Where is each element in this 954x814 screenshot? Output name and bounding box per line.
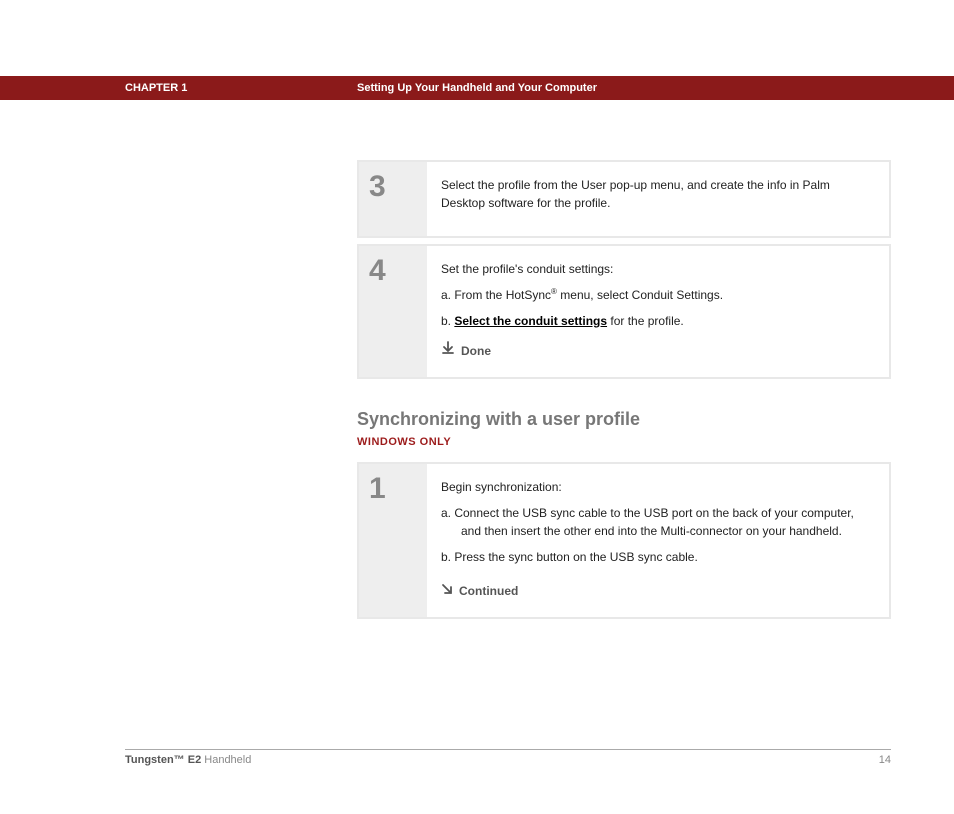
substep-b: b. Select the conduit settings for the p… [441, 312, 871, 330]
continued-label: Continued [459, 582, 518, 600]
done-label: Done [461, 342, 491, 360]
step-intro: Set the profile's conduit settings: [441, 260, 871, 278]
step-body: Set the profile's conduit settings: a. F… [427, 246, 889, 377]
conduit-settings-link[interactable]: Select the conduit settings [454, 314, 607, 328]
step-body: Begin synchronization: a. Connect the US… [427, 464, 889, 617]
substep-b: b. Press the sync button on the USB sync… [441, 548, 871, 566]
download-icon [441, 340, 455, 361]
substep-a: a. From the HotSync® menu, select Condui… [441, 286, 871, 304]
step-number-column: 4 [359, 246, 427, 377]
section-heading: Synchronizing with a user profile [357, 409, 891, 430]
step-body: Select the profile from the User pop-up … [427, 162, 889, 236]
section-subheading: WINDOWS ONLY [357, 436, 891, 448]
content-area: 3 Select the profile from the User pop-u… [357, 160, 891, 619]
chapter-label: CHAPTER 1 [125, 82, 357, 94]
page-number: 14 [879, 754, 891, 766]
step-number: 3 [369, 172, 427, 202]
step-number: 1 [369, 474, 427, 504]
chapter-header: CHAPTER 1 Setting Up Your Handheld and Y… [0, 76, 954, 100]
step-box: 4 Set the profile's conduit settings: a.… [357, 244, 891, 379]
step-intro: Begin synchronization: [441, 478, 871, 496]
step-substeps: a. Connect the USB sync cable to the USB… [441, 504, 871, 566]
step-number: 4 [369, 256, 427, 286]
step-box: 1 Begin synchronization: a. Connect the … [357, 462, 891, 619]
arrow-down-right-icon [441, 580, 453, 601]
page-footer: Tungsten™ E2 Handheld 14 [125, 749, 891, 766]
chapter-title: Setting Up Your Handheld and Your Comput… [357, 82, 597, 94]
step-number-column: 3 [359, 162, 427, 236]
step-substeps: a. From the HotSync® menu, select Condui… [441, 286, 871, 330]
step-box: 3 Select the profile from the User pop-u… [357, 160, 891, 238]
continued-indicator: Continued [441, 580, 871, 601]
done-indicator: Done [441, 340, 871, 361]
step-text: Select the profile from the User pop-up … [441, 176, 871, 212]
footer-product: Tungsten™ E2 Handheld [125, 754, 251, 766]
substep-a: a. Connect the USB sync cable to the USB… [441, 504, 871, 540]
step-number-column: 1 [359, 464, 427, 617]
